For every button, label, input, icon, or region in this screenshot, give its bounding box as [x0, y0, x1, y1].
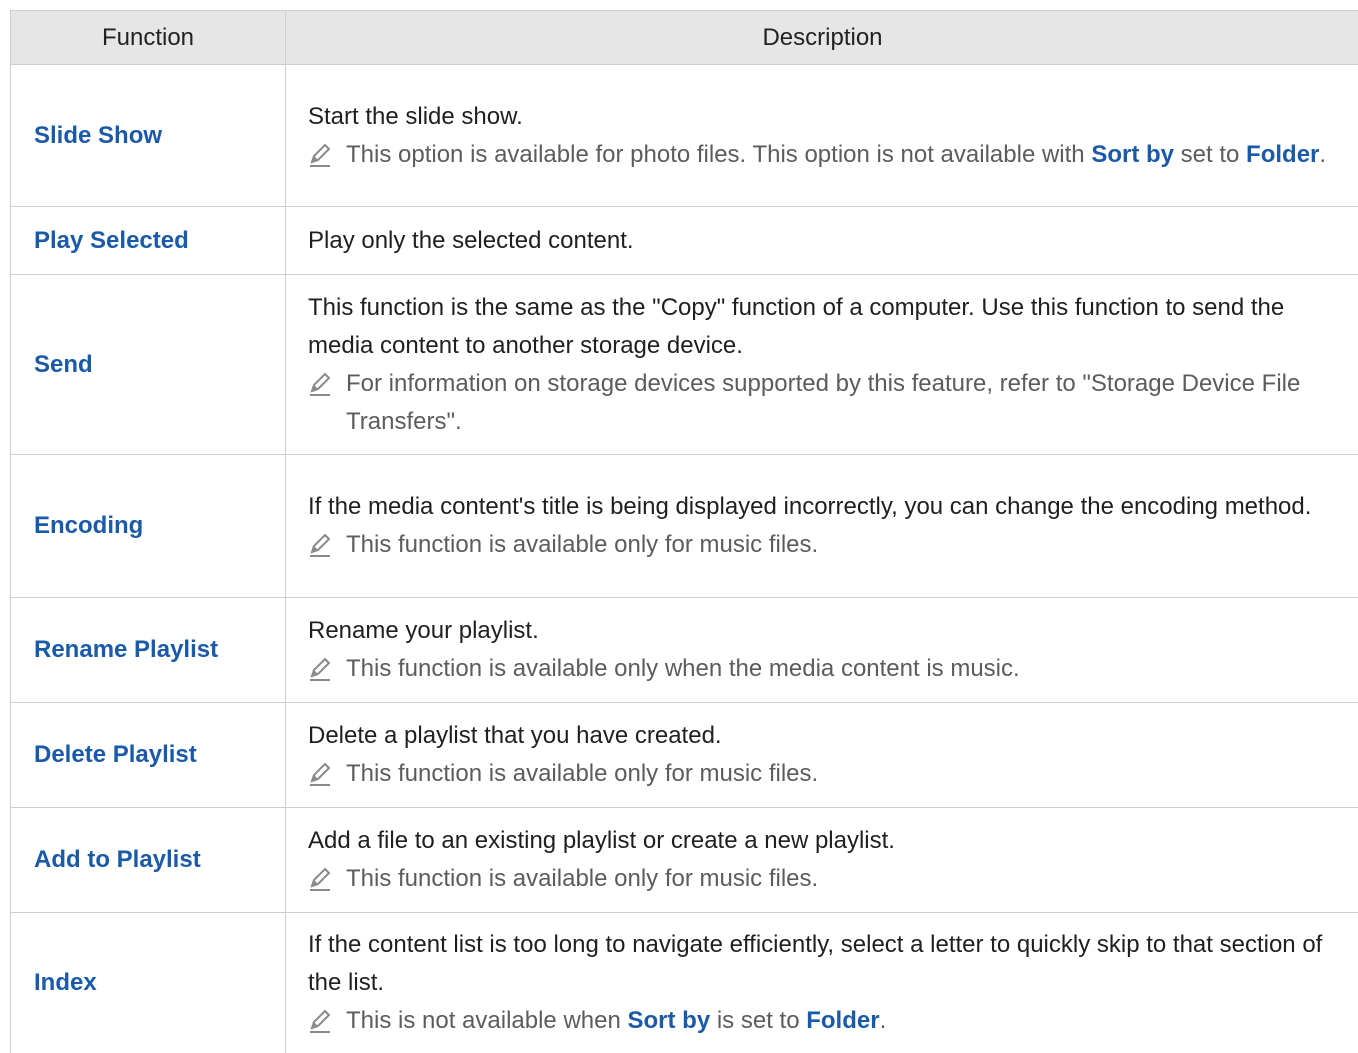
function-cell: Rename Playlist — [11, 598, 286, 702]
function-name: Send — [34, 350, 93, 378]
description-text: If the content list is too long to navig… — [308, 931, 1323, 996]
description-text: This function is the same as the "Copy" … — [308, 293, 1285, 359]
note-text: This option is available for photo files… — [346, 140, 1327, 168]
function-cell: Encoding — [11, 455, 286, 597]
function-name: Add to Playlist — [34, 846, 201, 873]
function-name: Index — [34, 969, 97, 996]
note-text: For information on storage devices suppo… — [346, 369, 1301, 435]
note: This function is available only for musi… — [308, 755, 1351, 793]
function-table: Function Description Slide Show Start th… — [10, 10, 1358, 1053]
pencil-icon — [308, 526, 346, 564]
description-cell: Rename your playlist. This function is a… — [286, 598, 1358, 702]
function-cell: Delete Playlist — [11, 703, 286, 807]
header-description: Description — [762, 23, 883, 51]
function-cell: Add to Playlist — [11, 808, 286, 912]
note-text: This function is available only for musi… — [346, 865, 819, 892]
note-text: This function is available only for musi… — [346, 531, 819, 558]
function-name: Rename Playlist — [34, 636, 219, 663]
description-cell: Delete a playlist that you have created.… — [286, 703, 1358, 807]
description-cell: If the content list is too long to navig… — [286, 913, 1358, 1053]
table-row: Play Selected Play only the selected con… — [11, 207, 1358, 275]
table-row: Encoding If the media content's title is… — [11, 455, 1358, 598]
menu-ref-sort-by: Sort by — [1091, 140, 1174, 168]
note: For information on storage devices suppo… — [308, 365, 1351, 441]
description-cell: Add a file to an existing playlist or cr… — [286, 808, 1358, 912]
menu-ref-folder: Folder — [806, 1007, 880, 1034]
header-function: Function — [11, 11, 286, 64]
note: This function is available only for musi… — [308, 860, 1351, 898]
table-row: Send This function is the same as the "C… — [11, 275, 1358, 455]
table-row: Index If the content list is too long to… — [11, 913, 1358, 1053]
function-cell: Slide Show — [11, 65, 286, 206]
pencil-icon — [308, 365, 346, 403]
function-cell: Send — [11, 275, 286, 454]
note: This option is available for photo files… — [308, 136, 1351, 174]
function-name: Play Selected — [34, 226, 189, 254]
note: This function is available only for musi… — [308, 526, 1351, 564]
note-text: This is not available when Sort by is se… — [346, 1007, 887, 1034]
description-cell: Start the slide show. This option is ava… — [286, 65, 1358, 206]
table-row: Slide Show Start the slide show. This op… — [11, 65, 1358, 207]
pencil-icon — [308, 136, 346, 174]
description-cell: Play only the selected content. — [286, 207, 1358, 274]
pencil-icon — [308, 650, 346, 688]
table-row: Add to Playlist Add a file to an existin… — [11, 808, 1358, 913]
pencil-icon — [308, 1002, 346, 1040]
function-name: Slide Show — [34, 121, 163, 149]
description-text: If the media content's title is being di… — [308, 493, 1312, 520]
table-row: Delete Playlist Delete a playlist that y… — [11, 703, 1358, 808]
function-name: Encoding — [34, 512, 144, 539]
function-name: Delete Playlist — [34, 741, 197, 768]
note-text: This function is available only for musi… — [346, 760, 819, 787]
menu-ref-sort-by: Sort by — [627, 1007, 711, 1034]
note-text: This function is available only when the… — [346, 655, 1020, 682]
description-text: Add a file to an existing playlist or cr… — [308, 827, 895, 854]
description-cell: If the media content's title is being di… — [286, 455, 1358, 597]
function-cell: Index — [11, 913, 286, 1053]
description-cell: This function is the same as the "Copy" … — [286, 275, 1358, 454]
pencil-icon — [308, 755, 346, 793]
menu-ref-folder: Folder — [1246, 140, 1320, 168]
table-row: Rename Playlist Rename your playlist. Th… — [11, 598, 1358, 703]
description-text: Start the slide show. — [308, 102, 523, 130]
function-cell: Play Selected — [11, 207, 286, 274]
description-text: Delete a playlist that you have created. — [308, 722, 722, 749]
pencil-icon — [308, 860, 346, 898]
description-text: Play only the selected content. — [308, 226, 634, 254]
description-text: Rename your playlist. — [308, 617, 539, 644]
note: This is not available when Sort by is se… — [308, 1002, 1351, 1040]
table-header: Function Description — [11, 10, 1358, 65]
note: This function is available only when the… — [308, 650, 1351, 688]
